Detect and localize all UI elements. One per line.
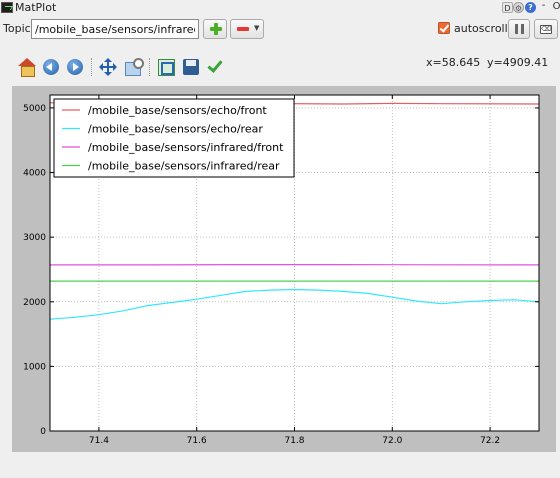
- matplot-window: MatPlot D ⚙ ? - O Topic ▼ autoscroll ⌫ x…: [0, 0, 560, 478]
- x-tick-label: 71.6: [187, 436, 207, 446]
- y-tick-label: 2000: [23, 298, 46, 308]
- y-tick-label: 1000: [23, 362, 46, 372]
- x-tick-label: 72.2: [480, 436, 500, 446]
- legend-label-3: /mobile_base/sensors/infrared/rear: [88, 160, 280, 173]
- x-tick-label: 71.4: [89, 436, 109, 446]
- plot-canvas[interactable]: 71.4 71.6 71.8 72.0 72.2 0 1000 2000 3000 4000 500…: [0, 0, 560, 478]
- legend-label-1: /mobile_base/sensors/echo/rear: [88, 123, 263, 136]
- y-tick-label: 3000: [23, 233, 46, 243]
- status-bar: [0, 458, 560, 478]
- legend-label-0: /mobile_base/sensors/echo/front: [88, 104, 267, 117]
- y-tick-label: 5000: [23, 104, 46, 114]
- x-tick-label: 71.8: [284, 436, 304, 446]
- y-tick-label: 4000: [23, 169, 46, 179]
- x-tick-label: 72.0: [382, 436, 402, 446]
- y-tick-label: 0: [40, 427, 46, 437]
- legend-label-2: /mobile_base/sensors/infrared/front: [88, 141, 284, 154]
